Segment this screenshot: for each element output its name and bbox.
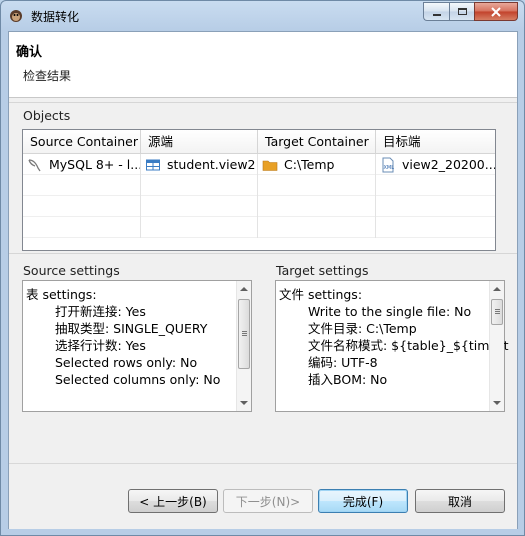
folder-icon xyxy=(262,160,278,171)
empty-cell xyxy=(258,196,376,217)
close-button[interactable] xyxy=(474,2,518,21)
wizard-header: 确认 检查结果 xyxy=(9,32,517,98)
target-container-text: C:\Temp xyxy=(284,157,335,172)
target-settings-scrollbar[interactable] xyxy=(489,281,504,411)
xml-file-icon: XML xyxy=(382,157,395,172)
target-setting-line: 文件目录: C:\Temp xyxy=(308,321,417,336)
maximize-button[interactable] xyxy=(449,2,474,21)
source-setting-line: Selected columns only: No xyxy=(55,372,221,387)
table-row-empty xyxy=(23,217,495,238)
back-button[interactable]: < 上一步(B) xyxy=(128,489,218,513)
grip-line xyxy=(495,313,500,314)
grip-line xyxy=(495,309,500,310)
svg-text:XML: XML xyxy=(384,165,395,171)
source-settings-panel[interactable]: 表 settings: 打开新连接: Yes 抽取类型: SINGLE_QUER… xyxy=(22,280,252,412)
empty-cell xyxy=(23,175,141,196)
table-row[interactable]: MySQL 8+ - l... student.view2 C:\Temp XM… xyxy=(23,154,495,175)
target-settings-label: Target settings xyxy=(276,263,369,278)
source-settings-text: 表 settings: 打开新连接: Yes 抽取类型: SINGLE_QUER… xyxy=(26,286,235,388)
target-settings-panel[interactable]: 文件 settings: Write to the single file: N… xyxy=(275,280,509,412)
source-setting-line: 打开新连接: Yes xyxy=(55,304,146,319)
mysql-dolphin-icon xyxy=(28,158,41,171)
grip-line xyxy=(242,335,247,336)
dbeaver-app-icon xyxy=(10,10,22,22)
target-setting-line: Write to the single file: No xyxy=(308,304,472,319)
close-icon xyxy=(491,6,501,17)
scroll-down-arrow-icon[interactable] xyxy=(240,401,248,405)
empty-cell xyxy=(141,196,258,217)
page-subtitle: 检查结果 xyxy=(23,69,72,83)
source-setting-line: Selected rows only: No xyxy=(55,355,198,370)
target-settings-text: 文件 settings: Write to the single file: N… xyxy=(279,286,509,388)
empty-cell xyxy=(258,217,376,238)
empty-cell xyxy=(258,175,376,196)
dialog-window: 数据转化 确认 检查结果 Objects Source Container 源端… xyxy=(0,0,525,536)
next-button[interactable]: 下一步(N)> xyxy=(223,489,313,513)
column-target[interactable]: 目标端 xyxy=(376,130,495,154)
maximize-icon xyxy=(457,8,467,15)
objects-table[interactable]: Source Container 源端 Target Container 目标端… xyxy=(22,129,496,251)
empty-cell xyxy=(141,217,258,238)
empty-cell xyxy=(23,217,141,238)
column-source-container[interactable]: Source Container xyxy=(23,130,141,154)
window-title: 数据转化 xyxy=(31,10,80,24)
empty-cell xyxy=(376,175,495,196)
caption-buttons xyxy=(423,2,518,21)
minimize-icon xyxy=(432,13,441,16)
column-source[interactable]: 源端 xyxy=(141,130,258,154)
empty-cell xyxy=(376,196,495,217)
wizard-footer: < 上一步(B) 下一步(N)> 完成(F) 取消 xyxy=(9,463,517,529)
title-bar[interactable]: 数据转化 xyxy=(1,1,524,31)
source-settings-label: Source settings xyxy=(23,263,120,278)
target-text: view2_20200... xyxy=(402,157,495,172)
grip-line xyxy=(495,311,500,312)
source-text: student.view2 xyxy=(167,157,256,172)
cell-source-container: MySQL 8+ - l... xyxy=(23,154,141,175)
objects-group-label: Objects xyxy=(23,108,71,123)
minimize-button[interactable] xyxy=(423,2,449,21)
empty-cell xyxy=(376,217,495,238)
scroll-up-arrow-icon[interactable] xyxy=(240,287,248,291)
target-settings-heading: 文件 settings: xyxy=(279,287,363,302)
source-settings-heading: 表 settings: xyxy=(26,287,97,302)
page-title: 确认 xyxy=(16,45,43,60)
source-settings-scrollbar[interactable] xyxy=(236,281,251,411)
cell-target-container: C:\Temp xyxy=(258,154,376,175)
target-setting-line: 编码: UTF-8 xyxy=(308,355,378,370)
table-icon xyxy=(146,159,160,170)
source-container-text: MySQL 8+ - l... xyxy=(49,157,141,172)
scroll-down-arrow-icon[interactable] xyxy=(493,401,501,405)
target-setting-line: 文件名称模式: ${table}_${timest xyxy=(308,338,509,353)
grip-line xyxy=(242,331,247,332)
dialog-client-area: 确认 检查结果 Objects Source Container 源端 Targ… xyxy=(8,31,518,529)
column-target-container[interactable]: Target Container xyxy=(258,130,376,154)
source-setting-line: 选择行计数: Yes xyxy=(55,338,146,353)
table-row-empty xyxy=(23,196,495,217)
empty-cell xyxy=(141,175,258,196)
target-setting-line: 插入BOM: No xyxy=(308,372,388,387)
cell-target: XML view2_20200... xyxy=(376,154,495,175)
table-row-empty xyxy=(23,175,495,196)
cancel-button[interactable]: 取消 xyxy=(415,489,505,513)
objects-table-header: Source Container 源端 Target Container 目标端 xyxy=(23,130,495,154)
scroll-thumb[interactable] xyxy=(238,299,250,369)
source-setting-line: 抽取类型: SINGLE_QUERY xyxy=(55,321,208,336)
cell-source: student.view2 xyxy=(141,154,258,175)
finish-button[interactable]: 完成(F) xyxy=(318,489,408,513)
scroll-thumb[interactable] xyxy=(491,299,503,325)
empty-cell xyxy=(23,196,141,217)
scroll-up-arrow-icon[interactable] xyxy=(493,287,501,291)
grip-line xyxy=(242,333,247,334)
